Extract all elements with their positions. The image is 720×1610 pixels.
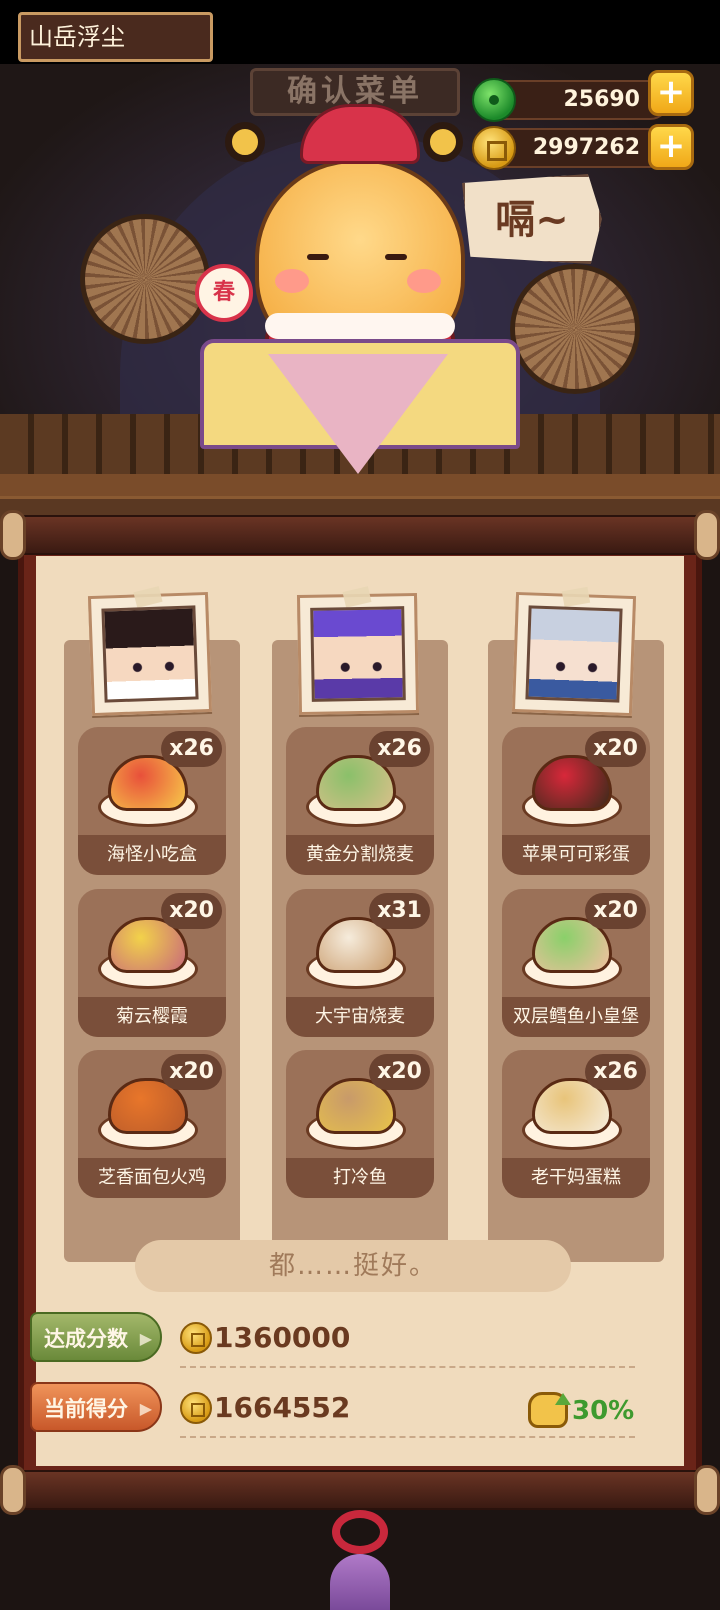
- right-fan-icon: [510, 264, 640, 394]
- dish-name: 菊云樱霞: [78, 997, 226, 1037]
- tassel-fringe: [330, 1554, 390, 1610]
- coin-icon: [180, 1322, 212, 1354]
- scroll-rod-bottom: [8, 1470, 712, 1510]
- dish-count: x20: [585, 731, 646, 767]
- target-score-value: 1360000: [214, 1321, 351, 1354]
- dish-count: x20: [161, 1054, 222, 1090]
- player-name: 山岳浮尘: [18, 12, 213, 62]
- jade-icon: [472, 78, 516, 122]
- character-portrait[interactable]: [511, 586, 637, 717]
- rod-knob: [0, 510, 26, 560]
- coin-icon: [472, 126, 516, 170]
- add-jade-button[interactable]: +: [648, 70, 694, 116]
- bonus-pot-icon: [528, 1392, 571, 1428]
- scroll-rod-top: [8, 515, 712, 555]
- dish-count: x20: [161, 893, 222, 929]
- rod-knob: [694, 510, 720, 560]
- tassel-knot: [332, 1510, 388, 1554]
- dish-card[interactable]: x26 海怪小吃盒: [78, 727, 226, 875]
- dish-name: 老干妈蛋糕: [502, 1158, 650, 1198]
- dish-card[interactable]: x20 苹果可可彩蛋: [502, 727, 650, 875]
- hat-ear-left: [225, 122, 265, 162]
- character-eyes: [555, 661, 598, 673]
- dish-card[interactable]: x20 菊云樱霞: [78, 889, 226, 1037]
- divider: [180, 1366, 635, 1368]
- dish-count: x20: [585, 893, 646, 929]
- character-face: [310, 606, 406, 702]
- dish-card[interactable]: x26 老干妈蛋糕: [502, 1050, 650, 1198]
- jade-counter: 25690: [472, 78, 670, 122]
- mascot-cheek-right: [407, 269, 441, 293]
- dish-count: x26: [161, 731, 222, 767]
- character-eyes: [340, 661, 383, 673]
- dish-card[interactable]: x26 黄金分割烧麦: [286, 727, 434, 875]
- current-score-tag: 当前得分: [30, 1382, 162, 1434]
- dish-count: x26: [369, 731, 430, 767]
- target-score-row: 达成分数 1360000: [30, 1312, 640, 1368]
- add-coin-button[interactable]: +: [648, 124, 694, 170]
- drum-icon: 春: [195, 264, 253, 322]
- dish-card[interactable]: x20 芝香面包火鸡: [78, 1050, 226, 1198]
- mascot-eye-right: [385, 254, 407, 260]
- rod-knob: [0, 1465, 26, 1515]
- character-eyes: [132, 661, 175, 673]
- character-portrait[interactable]: [296, 586, 420, 716]
- tassel-knot-icon: [318, 1510, 402, 1610]
- hat-ear-right: [423, 122, 463, 162]
- dish-name: 芝香面包火鸡: [78, 1158, 226, 1198]
- bonus-percent: 30%: [572, 1396, 635, 1426]
- coin-icon: [180, 1392, 212, 1424]
- dish-name: 双层鳕鱼小皇堡: [502, 997, 650, 1037]
- speech-bubble: 嗝~: [462, 174, 602, 264]
- dish-card[interactable]: x20 双层鳕鱼小皇堡: [502, 889, 650, 1037]
- dish-count: x26: [585, 1054, 646, 1090]
- dish-name: 黄金分割烧麦: [286, 835, 434, 875]
- dish-card[interactable]: x20 打冷鱼: [286, 1050, 434, 1198]
- dish-count: x31: [369, 893, 430, 929]
- rod-knob: [694, 1465, 720, 1515]
- customer-comment: 都……挺好。: [135, 1240, 571, 1292]
- character-face: [525, 605, 623, 703]
- coin-amount: 2997262: [532, 135, 640, 160]
- character-portrait[interactable]: [87, 586, 213, 717]
- mascot-hat: [300, 104, 420, 164]
- dish-name: 苹果可可彩蛋: [502, 835, 650, 875]
- tape: [561, 586, 591, 608]
- mascot-eye-left: [307, 254, 329, 260]
- jade-amount: 25690: [563, 87, 640, 112]
- target-score-tag: 达成分数: [30, 1312, 162, 1364]
- dish-name: 打冷鱼: [286, 1158, 434, 1198]
- coin-counter: 2997262: [472, 126, 670, 170]
- left-fan-icon: [80, 214, 210, 344]
- mascot-cheek-left: [275, 269, 309, 293]
- divider: [180, 1436, 635, 1438]
- dish-name: 大宇宙烧麦: [286, 997, 434, 1037]
- fence-rail: [0, 474, 720, 496]
- current-score-value: 1664552: [214, 1391, 351, 1424]
- dish-card[interactable]: x31 大宇宙烧麦: [286, 889, 434, 1037]
- dish-name: 海怪小吃盒: [78, 835, 226, 875]
- dish-count: x20: [369, 1054, 430, 1090]
- character-face: [101, 605, 199, 703]
